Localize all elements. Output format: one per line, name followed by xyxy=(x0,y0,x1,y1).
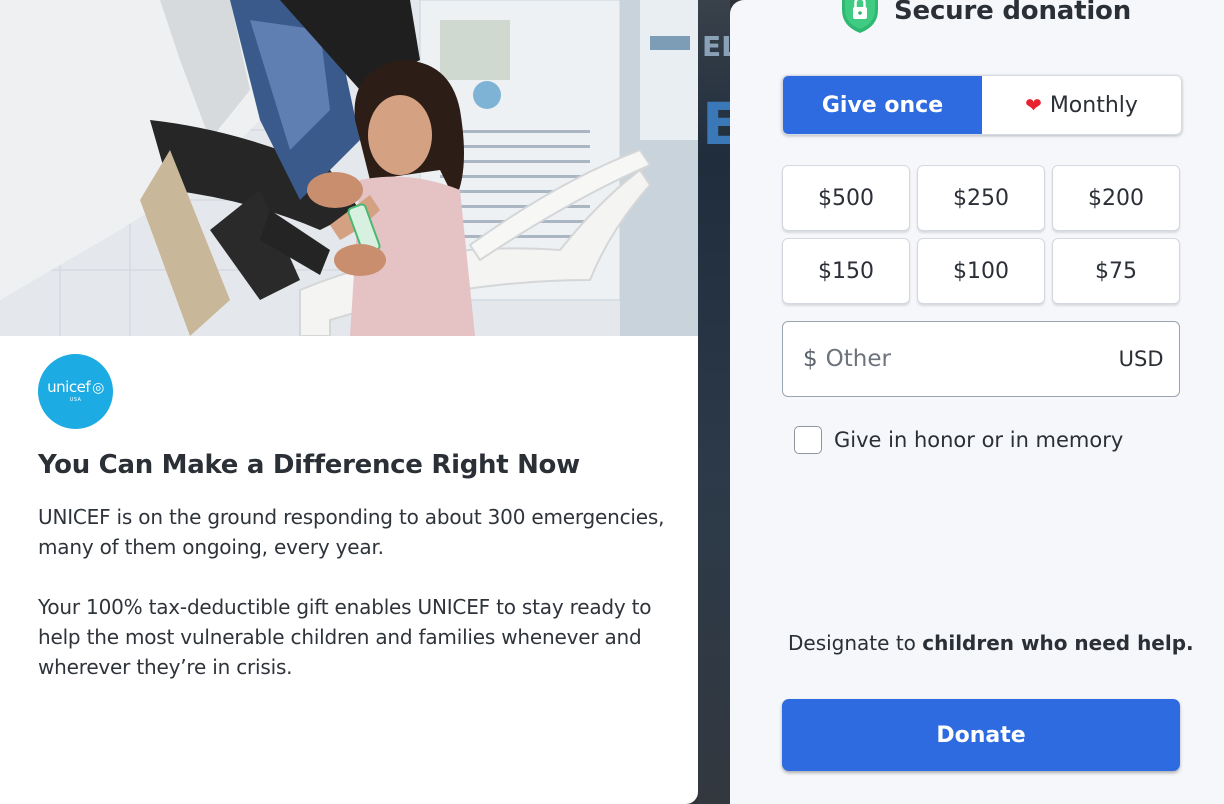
form-header: Secure donation xyxy=(840,0,1131,36)
logo-wordmark: unicef xyxy=(47,378,91,396)
unicef-logo: unicef ◎ USA xyxy=(38,354,113,429)
frequency-toggle: Give once ❤ Monthly xyxy=(782,75,1182,135)
amount-grid: $500 $250 $200 $150 $100 $75 xyxy=(782,165,1180,304)
gift-paragraph: Your 100% tax-deductible gift enables UN… xyxy=(38,595,652,679)
designation-text: Designate to children who need help. xyxy=(788,631,1194,655)
donate-button[interactable]: Donate xyxy=(782,699,1180,771)
logo-sub: USA xyxy=(69,397,82,403)
amount-button-500[interactable]: $500 xyxy=(782,165,910,231)
amount-button-250[interactable]: $250 xyxy=(917,165,1045,231)
globe-icon: ◎ xyxy=(92,379,104,396)
currency-label: USD xyxy=(1118,347,1164,371)
other-amount-input[interactable] xyxy=(825,346,1119,372)
monthly-button[interactable]: ❤ Monthly xyxy=(982,76,1181,134)
amount-button-200[interactable]: $200 xyxy=(1052,165,1180,231)
page-title: You Can Make a Difference Right Now xyxy=(38,450,580,480)
give-once-button[interactable]: Give once xyxy=(783,76,982,134)
other-amount-field[interactable]: $ USD xyxy=(782,321,1180,397)
heart-icon: ❤ xyxy=(1025,93,1042,117)
honor-checkbox[interactable] xyxy=(794,426,822,454)
monthly-label: Monthly xyxy=(1049,92,1138,118)
amount-button-150[interactable]: $150 xyxy=(782,238,910,304)
give-once-label: Give once xyxy=(821,92,944,118)
intro-paragraph: UNICEF is on the ground responding to ab… xyxy=(38,505,665,559)
honor-option[interactable]: Give in honor or in memory xyxy=(794,426,1123,454)
campaign-card: unicef ◎ USA You Can Make a Difference R… xyxy=(0,0,698,804)
shield-lock-icon xyxy=(842,0,878,33)
donation-form: Secure donation Give once ❤ Monthly $500… xyxy=(730,0,1224,804)
hero-photo xyxy=(0,0,698,336)
page-background: EL E xyxy=(698,0,742,804)
designate-target: children who need help. xyxy=(922,631,1194,655)
designate-prefix: Designate to xyxy=(788,631,916,655)
amount-button-75[interactable]: $75 xyxy=(1052,238,1180,304)
amount-button-100[interactable]: $100 xyxy=(917,238,1045,304)
dollar-prefix: $ xyxy=(803,346,818,372)
donate-label: Donate xyxy=(936,722,1026,748)
honor-label: Give in honor or in memory xyxy=(834,428,1124,452)
form-title: Secure donation xyxy=(894,0,1132,26)
